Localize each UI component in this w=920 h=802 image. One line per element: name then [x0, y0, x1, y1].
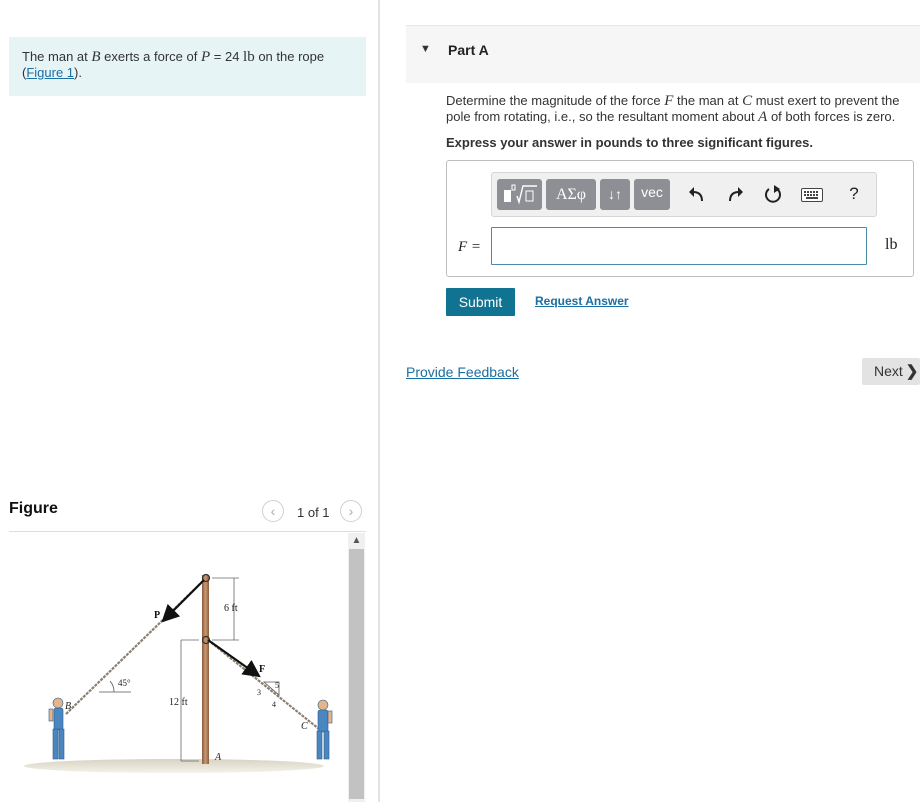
- keyboard-shortcuts-button[interactable]: [796, 181, 828, 209]
- undo-icon: [689, 187, 703, 202]
- answer-variable-label: F =: [458, 238, 481, 256]
- figure-title: Figure: [9, 500, 58, 517]
- question-text-1: Determine the magnitude of the force: [446, 93, 665, 108]
- figure-link[interactable]: Figure 1: [26, 65, 74, 80]
- label-twelve-ft: 12 ft: [169, 697, 188, 708]
- person-b: [48, 697, 65, 760]
- ground: [24, 759, 324, 773]
- force-p-arrow: [161, 579, 205, 623]
- answer-box: ΑΣφ ↓↑ vec ? F = lb: [446, 160, 914, 277]
- question-text-2: the man at: [673, 93, 743, 108]
- left-panel: The man at B exerts a force of P = 24 lb…: [0, 0, 378, 802]
- force-value: = 24: [210, 49, 244, 64]
- templates-button[interactable]: [497, 179, 542, 210]
- figure-image: P F 6 ft 12 ft 45° B C A 3 4 5: [24, 573, 333, 773]
- question-var-a: A: [758, 109, 768, 125]
- undo-button[interactable]: [683, 181, 711, 209]
- force-unit: lb: [243, 49, 255, 65]
- next-label: Next: [874, 363, 903, 379]
- force-var: P: [200, 49, 211, 65]
- next-button[interactable]: Next ❯: [862, 358, 920, 385]
- label-angle: 45°: [118, 678, 131, 688]
- provide-feedback-link[interactable]: Provide Feedback: [406, 364, 519, 380]
- request-answer-link[interactable]: Request Answer: [535, 294, 629, 308]
- answer-unit: lb: [885, 236, 898, 253]
- math-toolbar: ΑΣφ ↓↑ vec ?: [491, 172, 877, 217]
- subscript-superscript-button[interactable]: ↓↑: [600, 179, 630, 210]
- label-slope-3: 3: [257, 688, 261, 697]
- label-f: F: [259, 664, 265, 675]
- label-six-ft: 6 ft: [224, 603, 238, 614]
- person-c: [316, 699, 333, 760]
- part-a-header[interactable]: ▼ Part A: [406, 25, 920, 83]
- chevron-right-icon: ❯: [905, 363, 919, 380]
- label-p: P: [154, 610, 160, 621]
- problem-text-2: exerts a force of: [100, 49, 201, 64]
- label-a: A: [214, 752, 222, 763]
- question-text: Determine the magnitude of the force F t…: [446, 93, 916, 125]
- label-slope-4: 4: [272, 700, 276, 709]
- vector-button[interactable]: vec: [634, 179, 670, 210]
- submit-button[interactable]: Submit: [446, 288, 515, 316]
- column-divider: [378, 0, 380, 802]
- help-button[interactable]: ?: [840, 181, 868, 209]
- answer-input[interactable]: [491, 227, 867, 265]
- redo-icon: [729, 187, 743, 202]
- force-f-arrow: [207, 639, 261, 678]
- pole: [202, 575, 209, 764]
- problem-statement: The man at B exerts a force of P = 24 lb…: [9, 37, 366, 96]
- close-paren: ).: [74, 65, 82, 80]
- figure-pager: ‹ 1 of 1 ›: [262, 500, 366, 524]
- next-figure-button[interactable]: ›: [340, 500, 362, 522]
- reset-icon: [765, 185, 781, 203]
- prev-figure-button[interactable]: ‹: [262, 500, 284, 522]
- figure-scrollbar[interactable]: ▲: [348, 533, 365, 802]
- redo-button[interactable]: [721, 181, 749, 209]
- reset-button[interactable]: [759, 181, 787, 209]
- figure-counter: 1 of 1: [297, 505, 330, 520]
- question-var-c: C: [742, 93, 753, 109]
- greek-symbols-button[interactable]: ΑΣφ: [546, 179, 596, 210]
- scroll-thumb[interactable]: [349, 549, 364, 799]
- chevron-left-icon: ‹: [270, 503, 276, 519]
- problem-text-1: The man at: [22, 49, 92, 64]
- label-slope-5: 5: [275, 681, 279, 690]
- scroll-up-icon[interactable]: ▲: [348, 533, 365, 548]
- point-b-var: B: [91, 49, 101, 65]
- label-b: B: [65, 701, 71, 712]
- answer-instruction: Express your answer in pounds to three s…: [446, 135, 813, 150]
- answer-var-f: F =: [458, 239, 482, 255]
- figure-divider: [9, 531, 366, 532]
- rope-c: [207, 639, 320, 730]
- chevron-right-icon: ›: [348, 503, 354, 519]
- part-title: Part A: [448, 42, 489, 58]
- keyboard-icon: [801, 188, 823, 202]
- label-c: C: [301, 721, 308, 732]
- templates-icon: [503, 184, 537, 205]
- question-text-4: of both forces is zero.: [767, 109, 896, 124]
- triangle-down-icon[interactable]: ▼: [420, 43, 431, 55]
- problem-text-3: on the rope: [254, 49, 325, 64]
